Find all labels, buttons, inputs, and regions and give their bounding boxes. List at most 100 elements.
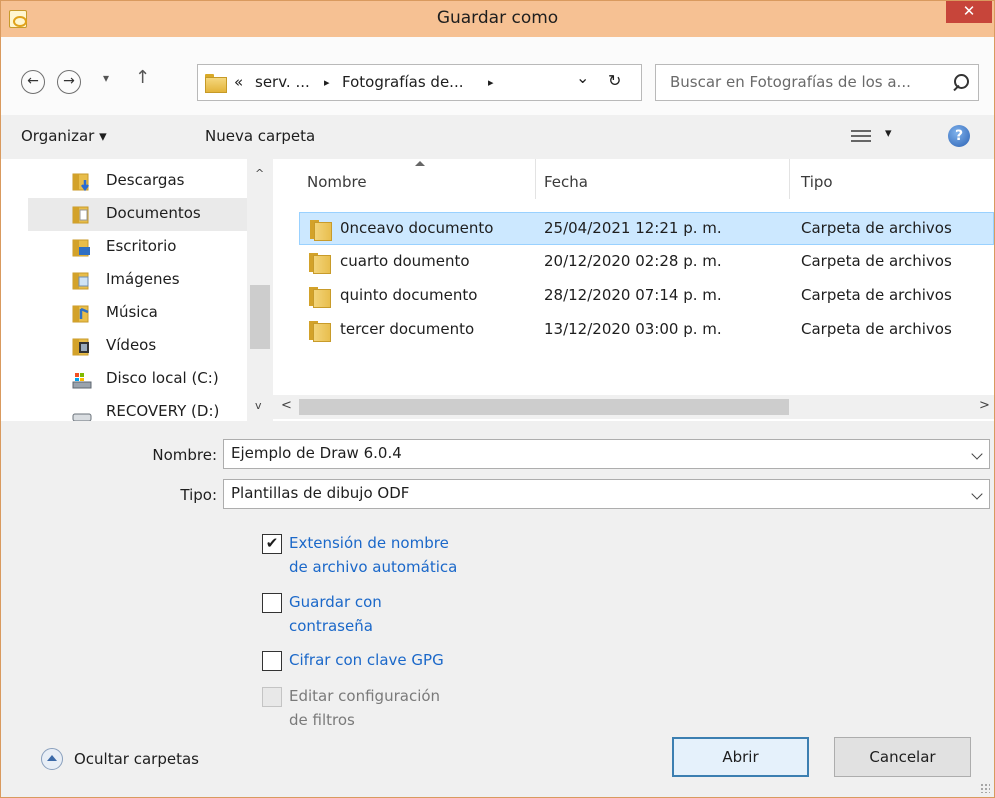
gpg-encrypt-label[interactable]: Cifrar con clave GPG — [289, 648, 444, 672]
scroll-left-button[interactable]: < — [281, 398, 292, 413]
file-name: 0nceavo documento — [340, 219, 494, 237]
up-button[interactable]: ↑ — [135, 67, 150, 88]
help-icon[interactable]: ? — [948, 125, 970, 147]
sidebar-item-label: Documentos — [106, 204, 201, 222]
auto-extension-label[interactable]: Extensión de nombre de archivo automátic… — [289, 531, 457, 579]
breadcrumb-separator[interactable]: ▸ — [488, 76, 494, 89]
nav-item-descargas[interactable]: Descargas — [28, 165, 247, 198]
sidebar-item-label: Imágenes — [106, 270, 180, 288]
edit-filter-settings-checkbox — [262, 687, 282, 707]
chevron-down-icon[interactable] — [971, 488, 983, 500]
nav-item-documentos[interactable]: Documentos — [28, 198, 247, 231]
breadcrumb-separator[interactable]: ▸ — [324, 76, 330, 89]
sidebar-item-label: RECOVERY (D:) — [106, 402, 220, 420]
file-type: Carpeta de archivos — [801, 286, 952, 304]
view-options-icon[interactable] — [851, 128, 871, 144]
browser-area: Descargas Documentos Escritorio Imágenes — [1, 159, 994, 421]
save-password-checkbox[interactable] — [262, 593, 282, 613]
nav-item-disco-local[interactable]: Disco local (C:) — [28, 363, 247, 396]
back-button[interactable]: ← — [21, 70, 45, 94]
sort-ascending-icon — [415, 161, 425, 166]
file-name: cuarto doumento — [340, 252, 470, 270]
scroll-down-button[interactable]: v — [255, 399, 262, 412]
scroll-up-button[interactable]: ^ — [255, 167, 264, 180]
drive-icon — [72, 405, 92, 421]
nav-item-musica[interactable]: Música — [28, 297, 247, 330]
navigation-pane: Descargas Documentos Escritorio Imágenes — [1, 159, 273, 421]
edit-filter-settings-label: Editar configuración de filtros — [289, 687, 441, 729]
column-header-tipo[interactable]: Tipo — [801, 173, 833, 191]
file-row[interactable]: 0nceavo documento 25/04/2021 12:21 p. m.… — [299, 212, 994, 245]
column-divider[interactable] — [535, 159, 536, 199]
column-header-nombre[interactable]: Nombre — [307, 161, 425, 191]
view-dropdown-button[interactable]: ▾ — [885, 126, 892, 141]
search-input[interactable]: Buscar en Fotografías de los a... — [670, 73, 911, 91]
pictures-folder-icon — [72, 271, 92, 291]
address-dropdown-button[interactable]: ⌄ — [576, 68, 589, 87]
type-label: Tipo: — [180, 486, 217, 504]
downloads-folder-icon — [72, 172, 92, 192]
open-button[interactable]: Abrir — [672, 737, 809, 777]
local-disk-icon — [72, 370, 92, 390]
gpg-encrypt-checkbox[interactable] — [262, 651, 282, 671]
scrollbar-thumb[interactable] — [250, 285, 270, 349]
hide-folders-label[interactable]: Ocultar carpetas — [74, 750, 199, 768]
nav-item-recovery[interactable]: RECOVERY (D:) — [28, 396, 247, 421]
nav-item-imagenes[interactable]: Imágenes — [28, 264, 247, 297]
file-date: 28/12/2020 07:14 p. m. — [544, 286, 722, 304]
file-type-value[interactable]: Plantillas de dibujo ODF — [231, 484, 409, 502]
new-folder-button[interactable]: Nueva carpeta — [205, 127, 315, 145]
file-row[interactable]: tercer documento 13/12/2020 03:00 p. m. … — [299, 314, 994, 347]
file-type: Carpeta de archivos — [801, 320, 952, 338]
filename-input[interactable]: Ejemplo de Draw 6.0.4 — [231, 444, 402, 462]
breadcrumb-segment[interactable]: serv. ... — [255, 73, 310, 91]
breadcrumb-prefix[interactable]: « — [234, 73, 243, 91]
save-as-dialog: Guardar como ✕ ← → ▾ ↑ « serv. ... ▸ Fot… — [0, 0, 995, 798]
cancel-button[interactable]: Cancelar — [834, 737, 971, 777]
close-button[interactable]: ✕ — [946, 1, 992, 23]
recent-locations-button[interactable]: ▾ — [103, 71, 109, 85]
nav-item-escritorio[interactable]: Escritorio — [28, 231, 247, 264]
resize-grip-icon[interactable] — [980, 783, 990, 793]
folder-icon — [309, 253, 331, 274]
desktop-folder-icon — [72, 238, 92, 258]
file-type: Carpeta de archivos — [801, 252, 952, 270]
dialog-title: Guardar como — [436, 8, 559, 28]
auto-extension-checkbox[interactable]: ✔ — [262, 534, 282, 554]
scrollbar-thumb[interactable] — [299, 399, 789, 415]
search-icon[interactable] — [951, 74, 969, 92]
filename-combobox[interactable]: Ejemplo de Draw 6.0.4 — [223, 439, 990, 469]
breadcrumb-segment[interactable]: Fotografías de... — [342, 73, 464, 91]
sidebar-item-label: Vídeos — [106, 336, 157, 354]
file-name: quinto documento — [340, 286, 478, 304]
scroll-right-button[interactable]: > — [979, 398, 990, 413]
sidebar-item-label: Escritorio — [106, 237, 177, 255]
documents-folder-icon — [72, 205, 92, 225]
organize-button[interactable]: Organizar ▾ — [21, 127, 107, 145]
file-list-horizontal-scrollbar[interactable]: < > — [273, 395, 994, 419]
music-folder-icon — [72, 304, 92, 324]
search-box[interactable]: Buscar en Fotografías de los a... — [655, 64, 979, 101]
file-date: 25/04/2021 12:21 p. m. — [544, 219, 722, 237]
name-label: Nombre: — [152, 446, 217, 464]
column-header-fecha[interactable]: Fecha — [544, 173, 588, 191]
file-row[interactable]: cuarto doumento 20/12/2020 02:28 p. m. C… — [299, 246, 994, 279]
nav-item-videos[interactable]: Vídeos — [28, 330, 247, 363]
nav-pane-scrollbar[interactable]: ^ v — [247, 159, 273, 421]
title-bar: Guardar como ✕ — [1, 1, 994, 37]
collapse-up-icon[interactable] — [41, 748, 63, 770]
column-divider[interactable] — [789, 159, 790, 199]
file-type-select[interactable]: Plantillas de dibujo ODF — [223, 479, 990, 509]
save-password-label[interactable]: Guardar con contraseña — [289, 590, 382, 638]
folder-icon — [309, 321, 331, 342]
sidebar-item-label: Música — [106, 303, 158, 321]
address-row: ← → ▾ ↑ « serv. ... ▸ Fotografías de... … — [1, 37, 994, 115]
refresh-button[interactable]: ↻ — [608, 71, 621, 90]
forward-button[interactable]: → — [57, 70, 81, 94]
sidebar-item-label: Disco local (C:) — [106, 369, 219, 387]
chevron-down-icon[interactable] — [971, 448, 983, 460]
file-date: 13/12/2020 03:00 p. m. — [544, 320, 722, 338]
address-bar[interactable]: « serv. ... ▸ Fotografías de... ▸ ⌄ ↻ — [197, 64, 642, 101]
file-row[interactable]: quinto documento 28/12/2020 07:14 p. m. … — [299, 280, 994, 313]
folder-icon — [205, 74, 227, 93]
